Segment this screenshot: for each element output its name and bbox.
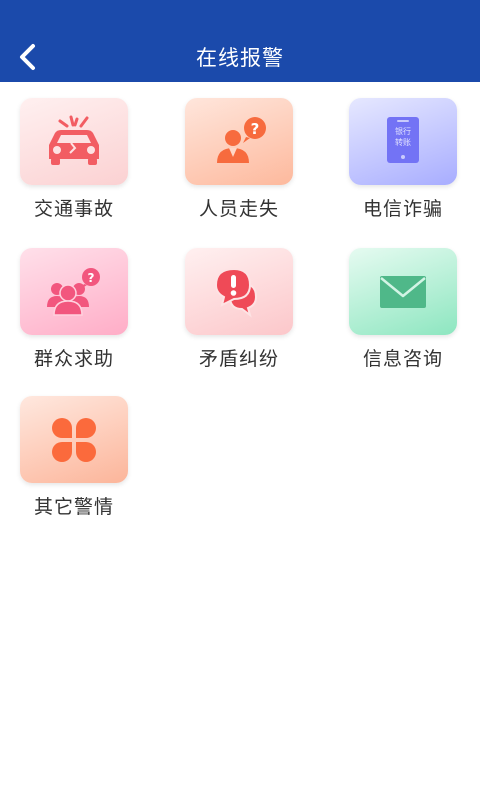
page-title: 在线报警 xyxy=(196,46,284,70)
people-help-icon: ? xyxy=(47,267,100,316)
dispute-chat-icon xyxy=(214,267,258,318)
tile-icon-box: ? xyxy=(20,248,128,335)
nav-bar: 在线报警 xyxy=(0,32,480,82)
phone-icon: 银行 转账 xyxy=(387,116,419,163)
tile-traffic-accident[interactable]: 交通事故 xyxy=(4,98,144,221)
tile-label: 群众求助 xyxy=(33,348,114,370)
missing-person-icon: ? xyxy=(217,116,266,163)
envelope-icon xyxy=(380,275,426,308)
tile-label: 交通事故 xyxy=(33,198,114,220)
clover-icon xyxy=(52,417,96,462)
tile-icon-box xyxy=(20,98,128,185)
tile-label: 人员走失 xyxy=(198,198,279,220)
tile-icon-box: ? xyxy=(185,98,293,185)
tile-icon-box xyxy=(20,396,128,483)
status-bar xyxy=(0,0,480,32)
tile-public-help[interactable]: ? 群众求助 xyxy=(4,248,144,371)
svg-text:转账: 转账 xyxy=(395,137,411,147)
svg-text:?: ? xyxy=(88,271,95,285)
tile-label: 其它警情 xyxy=(33,496,114,518)
tile-icon-box xyxy=(185,248,293,335)
tile-other-incidents[interactable]: 其它警情 xyxy=(4,396,144,519)
tile-label: 信息咨询 xyxy=(362,348,443,370)
tile-icon-box: 银行 转账 xyxy=(349,98,457,185)
tile-missing-person[interactable]: ? 人员走失 xyxy=(169,98,309,221)
car-crash-icon xyxy=(49,115,99,165)
tile-label: 电信诈骗 xyxy=(362,198,443,220)
tile-label: 矛盾纠纷 xyxy=(198,348,279,370)
tile-icon-box xyxy=(349,248,457,335)
tile-telecom-fraud[interactable]: 银行 转账 电信诈骗 xyxy=(333,98,473,221)
svg-text:?: ? xyxy=(251,120,260,138)
svg-text:银行: 银行 xyxy=(395,126,411,136)
tile-dispute[interactable]: 矛盾纠纷 xyxy=(169,248,309,371)
tile-info-consulting[interactable]: 信息咨询 xyxy=(333,248,473,371)
